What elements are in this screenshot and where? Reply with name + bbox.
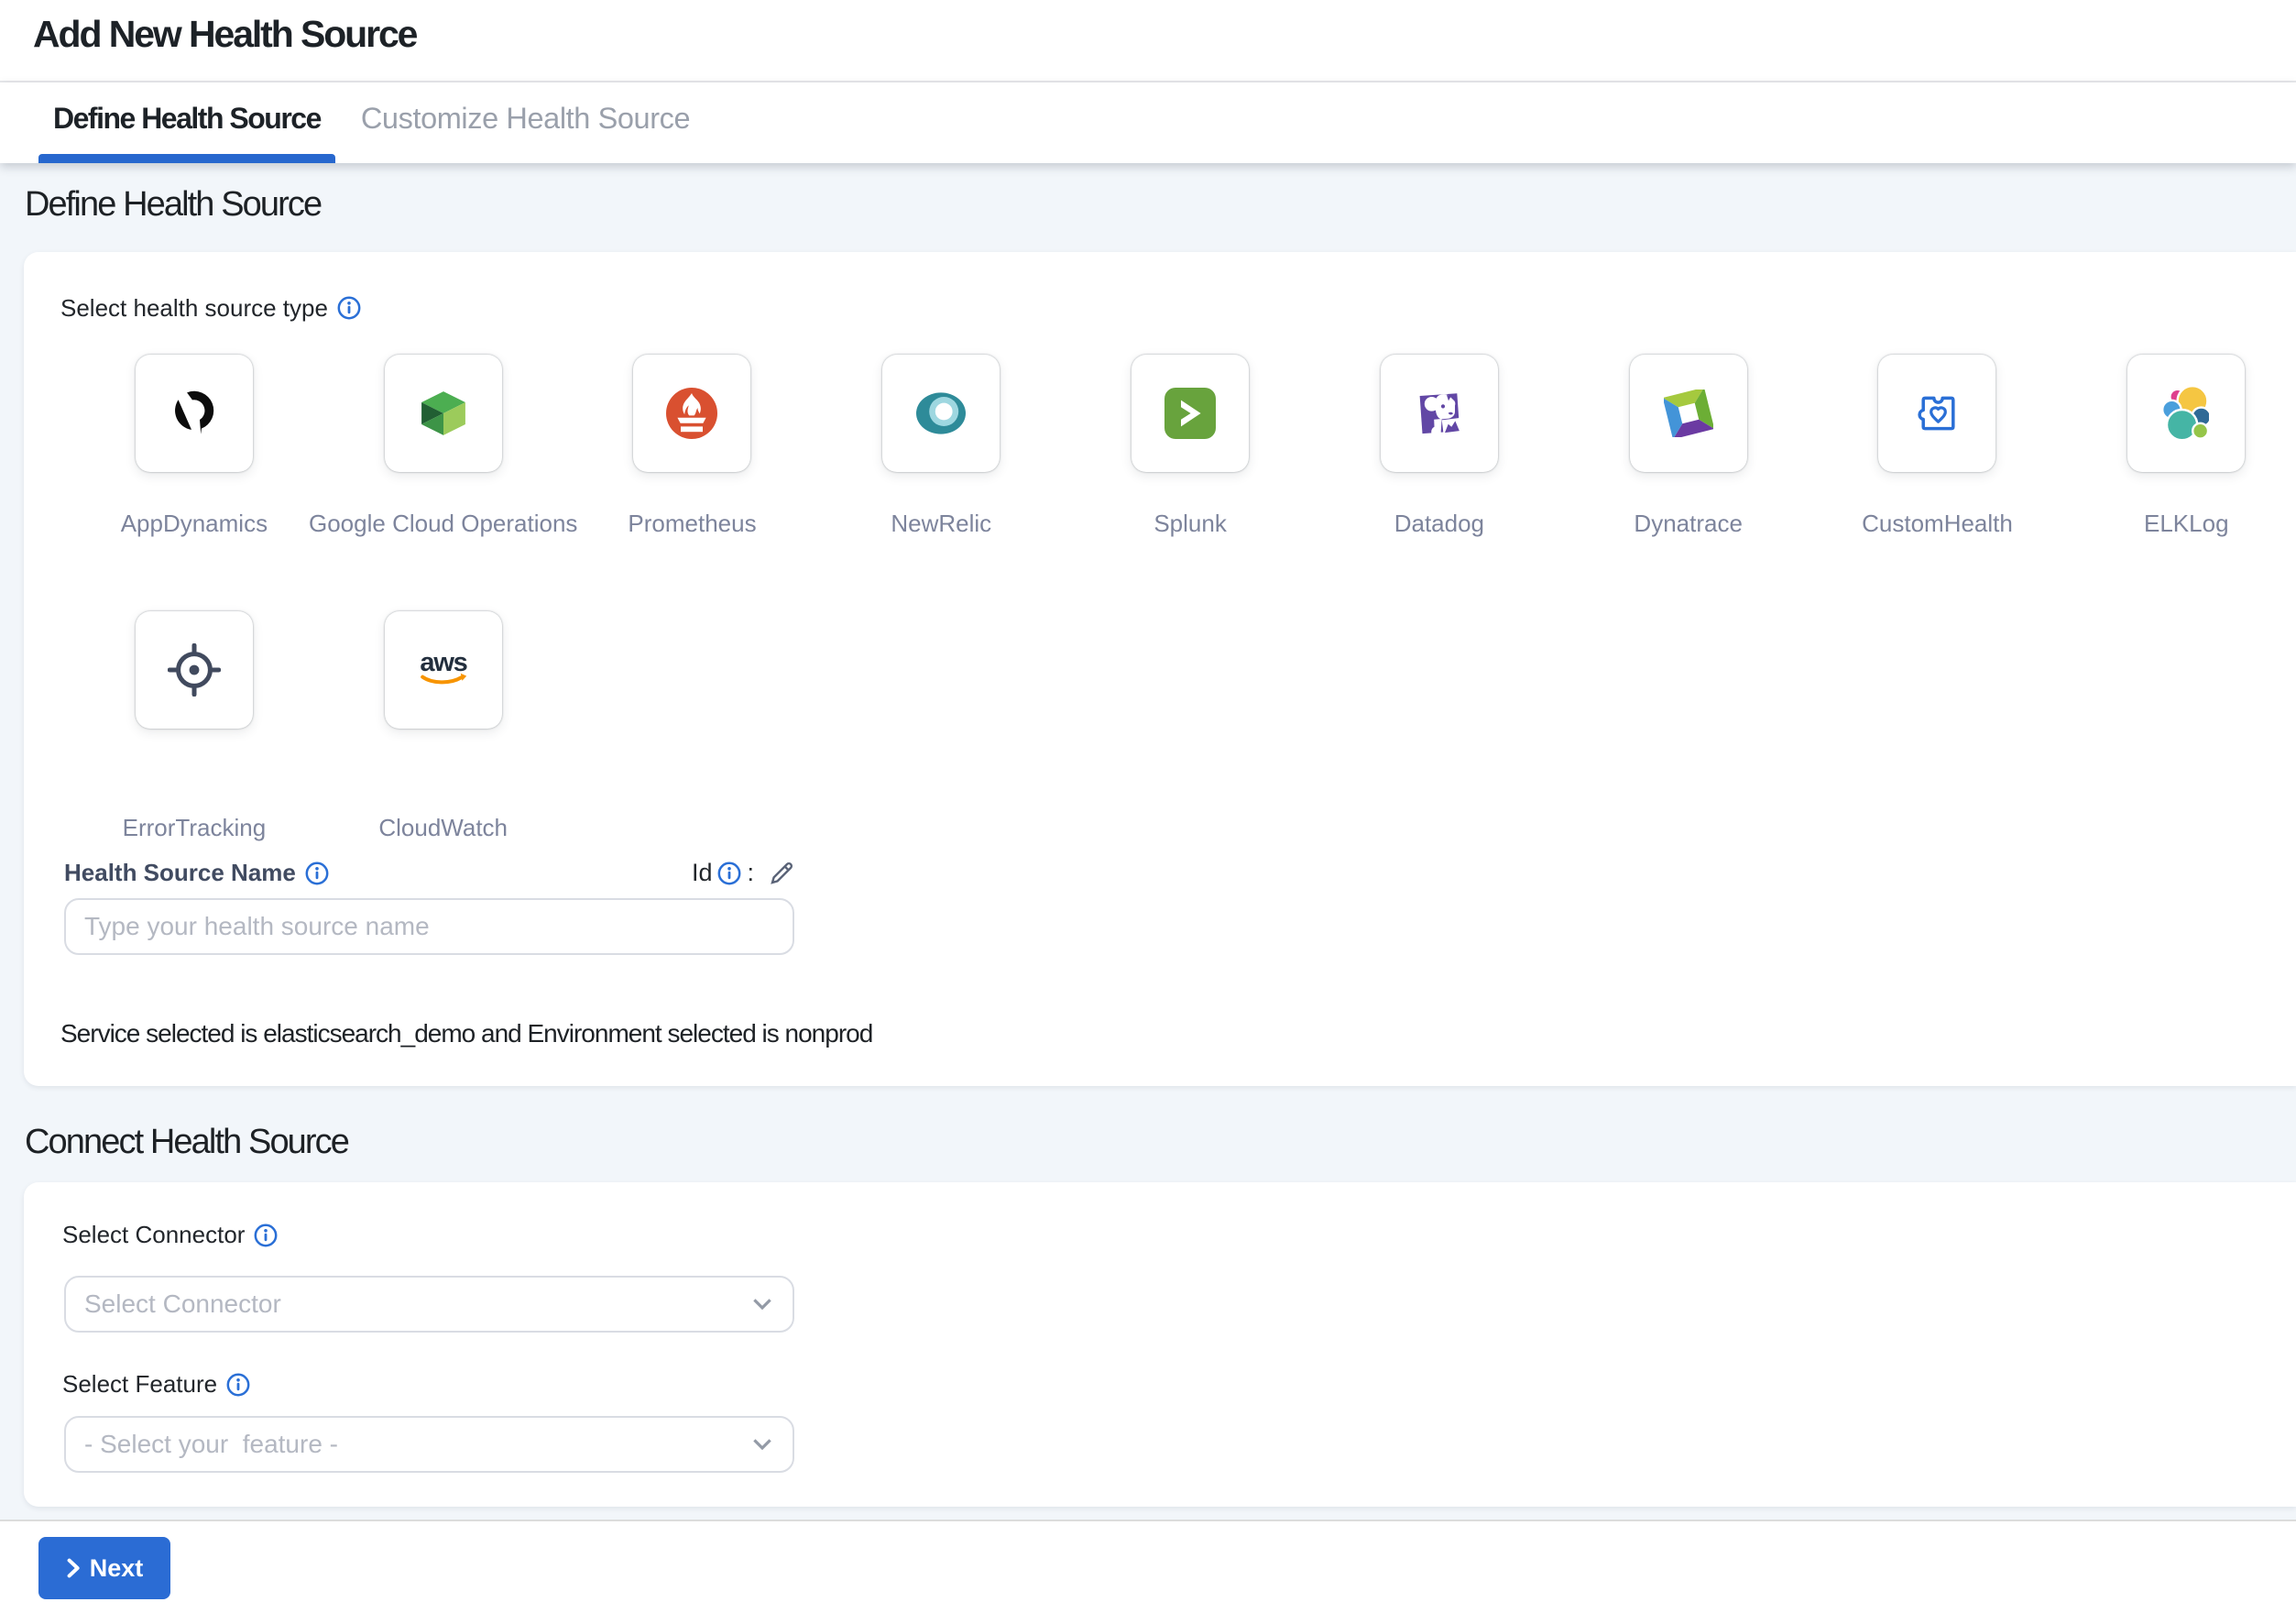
svg-text:aws: aws <box>420 648 466 677</box>
